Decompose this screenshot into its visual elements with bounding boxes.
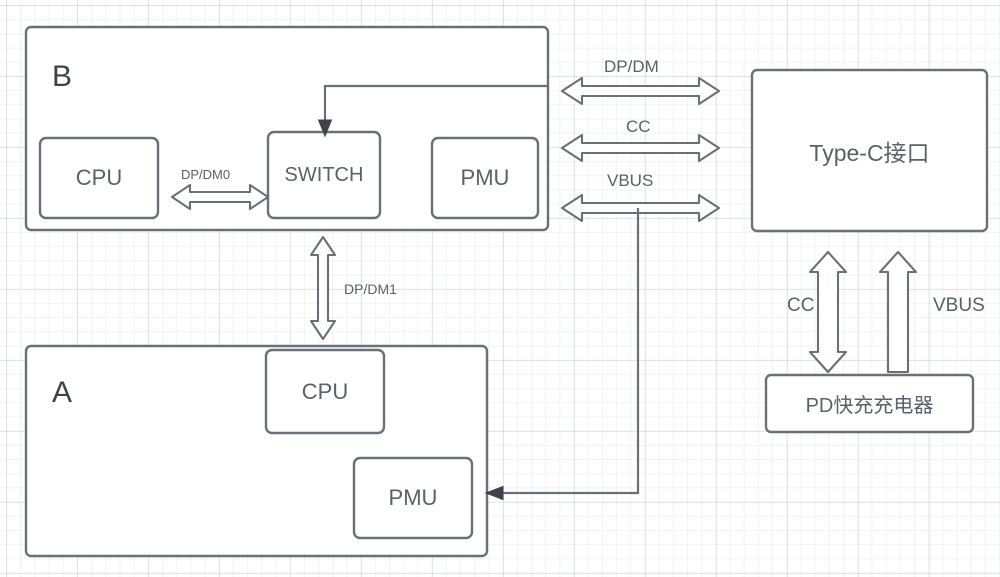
block-a-cpu[interactable] [264,348,386,435]
container-a-label: A [52,376,73,409]
signal-label-dpdm0: DP/DM0 [181,167,231,182]
container-b-label: B [52,60,73,93]
connector-vbus-to-a-pmu [498,208,640,495]
arrow-charger-vbus [878,250,918,374]
signal-label-cc: CC [626,117,651,136]
block-pd-charger[interactable] [764,373,975,434]
signal-label-dpdm: DP/DM [604,57,659,76]
block-typec-interface[interactable] [750,68,989,233]
signal-label-charger-vbus: VBUS [933,295,985,316]
arrow-cc [560,133,721,163]
arrow-dpdm1 [309,235,337,341]
arrow-dpdm [560,76,721,106]
diagram-canvas: B A CPU SWITCH PMU CPU PMU Type-C接口 PD快充… [0,0,1000,577]
arrowhead-vbus-to-a-pmu [484,485,504,501]
block-a-pmu[interactable] [352,456,474,540]
block-b-cpu[interactable] [38,136,160,220]
arrow-vbus [560,193,721,223]
block-b-switch[interactable] [266,130,382,220]
arrow-charger-cc [808,250,848,374]
signal-label-vbus: VBUS [607,171,654,190]
diagram-vector-layer [24,25,989,558]
signal-label-dpdm1: DP/DM1 [344,281,397,297]
block-b-pmu[interactable] [430,136,540,220]
signal-label-charger-cc: CC [787,295,815,316]
